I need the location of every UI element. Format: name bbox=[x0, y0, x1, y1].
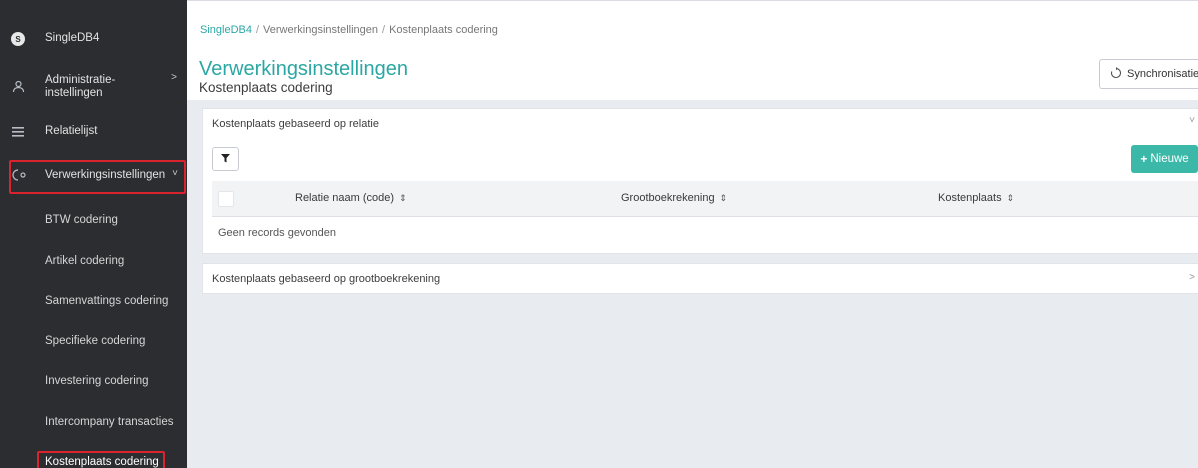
sort-icon[interactable]: ⇕ bbox=[720, 193, 728, 203]
column-header-grootboekrekening[interactable]: Grootboekrekening ⇕ bbox=[621, 192, 727, 204]
list-icon bbox=[10, 124, 26, 140]
sync-icon bbox=[1110, 66, 1122, 82]
filter-button[interactable] bbox=[212, 147, 239, 171]
nieuwe-button[interactable]: + Nieuwe bbox=[1131, 145, 1198, 173]
column-header-kostenplaats[interactable]: Kostenplaats ⇕ bbox=[938, 192, 1014, 204]
sidebar: S SingleDB4 Administratie- instellingen … bbox=[0, 0, 187, 468]
highlight-box-kostenplaats-codering bbox=[37, 451, 165, 468]
panel-kostenplaats-relatie: Kostenplaats gebaseerd op relatie ˅ + Ni… bbox=[202, 108, 1198, 254]
sidebar-subitem-intercompany-transacties[interactable]: Intercompany transacties bbox=[45, 416, 173, 428]
sidebar-subitem-btw-codering[interactable]: BTW codering bbox=[45, 214, 118, 226]
sync-label: Synchronisatie bbox=[1127, 68, 1198, 80]
synchronisatie-button[interactable]: Synchronisatie bbox=[1099, 59, 1198, 89]
sidebar-subitem-artikel-codering[interactable]: Artikel codering bbox=[45, 255, 124, 267]
sidebar-item-label: Relatielijst bbox=[45, 125, 98, 137]
sidebar-app-header[interactable]: S SingleDB4 bbox=[0, 28, 187, 50]
breadcrumb-link-verwerkingsinstellingen[interactable]: Verwerkingsinstellingen bbox=[263, 24, 378, 36]
sort-icon[interactable]: ⇕ bbox=[1007, 193, 1015, 203]
nieuwe-label: Nieuwe bbox=[1150, 153, 1189, 165]
s-logo-icon: S bbox=[10, 31, 26, 47]
page-header: SingleDB4/Verwerkingsinstellingen / Kosten… bbox=[187, 0, 1198, 100]
plus-icon: + bbox=[1140, 152, 1148, 166]
breadcrumb-link-singledb4[interactable]: SingleDB4 bbox=[200, 24, 252, 36]
sidebar-subitem-investering-codering[interactable]: Investering codering bbox=[45, 375, 149, 387]
panel-title-relatie[interactable]: Kostenplaats gebaseerd op relatie bbox=[212, 118, 379, 130]
sidebar-subitem-samenvattings-codering[interactable]: Samenvattings codering bbox=[45, 295, 168, 307]
breadcrumb-current: Kostenplaats codering bbox=[389, 24, 498, 36]
chevron-right-icon[interactable]: > bbox=[1189, 272, 1195, 283]
select-all-checkbox[interactable] bbox=[218, 191, 234, 207]
filter-icon bbox=[221, 152, 230, 166]
empty-table-message: Geen records gevonden bbox=[218, 227, 337, 239]
breadcrumb: SingleDB4/Verwerkingsinstellingen / Kosten… bbox=[200, 24, 498, 36]
sidebar-subitem-specifieke-codering[interactable]: Specifieke codering bbox=[45, 335, 145, 347]
chevron-right-icon: > bbox=[171, 72, 177, 83]
sidebar-item-label: Administratie- instellingen bbox=[45, 74, 116, 99]
page-title: Verwerkingsinstellingen bbox=[199, 58, 409, 80]
highlight-box-verwerkingsinstellingen bbox=[9, 160, 186, 194]
user-settings-icon bbox=[10, 78, 26, 94]
sidebar-item-relatielijst[interactable]: Relatielijst bbox=[0, 122, 187, 142]
table-header: Relatie naam (code) ⇕ Grootboekrekening ⇕ … bbox=[212, 181, 1198, 217]
sort-icon[interactable]: ⇕ bbox=[399, 193, 407, 203]
panel-kostenplaats-grootboek: Kostenplaats gebaseerd op grootboekreken… bbox=[202, 263, 1198, 294]
column-header-relatie-naam[interactable]: Relatie naam (code) ⇕ bbox=[295, 192, 407, 204]
chevron-down-icon[interactable]: ˅ bbox=[1189, 115, 1195, 126]
panel-title-grootboek[interactable]: Kostenplaats gebaseerd op grootboekreken… bbox=[212, 273, 440, 285]
page-subtitle: Kostenplaats codering bbox=[199, 80, 333, 95]
sidebar-item-administratie[interactable]: Administratie- instellingen > bbox=[0, 70, 187, 104]
app-name: SingleDB4 bbox=[45, 32, 100, 44]
